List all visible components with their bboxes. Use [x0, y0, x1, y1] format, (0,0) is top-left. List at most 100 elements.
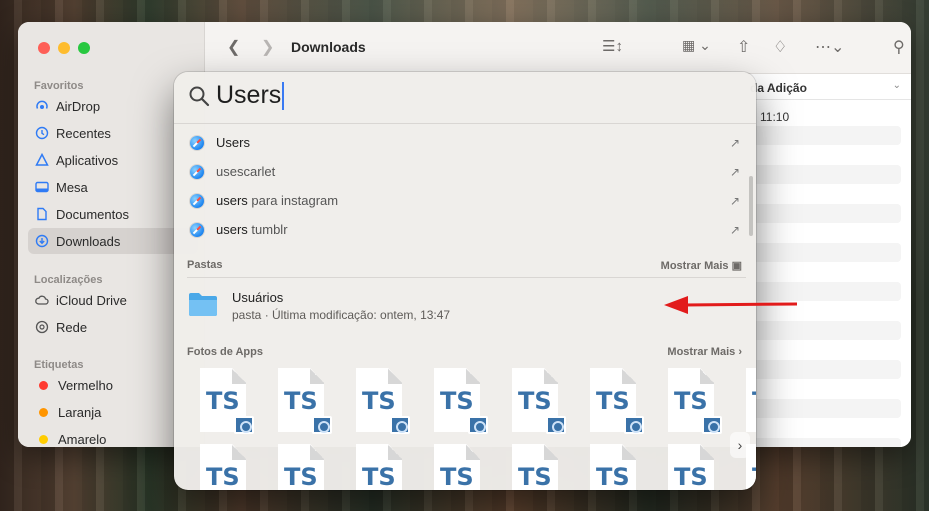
ts-file-thumbnail[interactable]: TS — [352, 368, 412, 438]
date-added-column-header[interactable]: da Adição — [750, 81, 807, 95]
suggestion-text: usescarlet — [216, 164, 276, 179]
ts-file-thumbnail[interactable]: TS — [664, 368, 724, 438]
zoom-window-button[interactable] — [78, 42, 90, 54]
orange-tag-icon — [39, 407, 48, 417]
ts-file-thumbnail[interactable]: TS — [430, 368, 490, 438]
search-icon[interactable]: ⚲ — [893, 37, 905, 57]
file-fold — [388, 444, 402, 460]
file-fold — [466, 444, 480, 460]
suggestion-users-para-instagram[interactable]: users para instagram ↗ — [174, 186, 749, 215]
ts-file-thumbnail[interactable]: TS — [352, 444, 412, 490]
ts-file-thumbnail[interactable]: TS — [196, 444, 256, 490]
tag-icon[interactable]: ♢ — [773, 37, 787, 57]
file-type-label: TS — [518, 463, 552, 490]
file-fold — [544, 368, 558, 384]
file-type-label: TS — [674, 387, 708, 415]
file-type-label: TS — [752, 387, 756, 415]
folder-meta: pasta · Última modificação: ontem, 13:47 — [232, 308, 451, 322]
sidebar-item-label: AirDrop — [56, 98, 101, 114]
chevron-down-icon[interactable]: ⌄ — [893, 80, 901, 91]
ts-file-thumbnail[interactable]: TS — [586, 444, 646, 490]
file-type-label: TS — [362, 463, 396, 490]
safari-icon — [190, 193, 204, 208]
ts-file-thumbnail[interactable]: TS — [742, 368, 756, 438]
ts-file-thumbnail[interactable]: TS — [274, 444, 334, 490]
spotlight-panel: Users Users ↗ usescarlet ↗ users para in… — [174, 72, 756, 490]
file-type-label: TS — [206, 387, 240, 415]
folder-icon — [189, 293, 217, 316]
folder-result-usuarios[interactable]: Usuários pasta · Última modificação: ont… — [174, 282, 749, 326]
sidebar-item-documentos[interactable]: Documentos — [28, 201, 198, 227]
file-type-label: TS — [206, 463, 240, 490]
back-chevron-icon[interactable]: ❮ — [227, 37, 240, 57]
file-fold — [700, 368, 714, 384]
show-more-photos-button[interactable]: Mostrar Mais › — [667, 346, 742, 358]
suggestion-text: users para instagram — [216, 193, 339, 208]
file-type-label: TS — [596, 463, 630, 490]
sidebar-item-recentes[interactable]: Recentes — [28, 120, 198, 146]
file-type-label: TS — [284, 387, 318, 415]
open-arrow-icon: ↗ — [730, 193, 741, 208]
suggestion-text: users tumblr — [216, 222, 288, 237]
document-icon — [35, 207, 49, 221]
sidebar-item-label: Laranja — [58, 404, 102, 420]
suggestion-usescarlet[interactable]: usescarlet ↗ — [174, 157, 749, 186]
sidebar-item-rede[interactable]: Rede — [28, 314, 198, 340]
sidebar-item-downloads[interactable]: Downloads — [28, 228, 198, 254]
app-badge-icon — [624, 416, 644, 434]
ts-file-thumbnail[interactable]: TS — [430, 444, 490, 490]
sidebar-item-aplicativos[interactable]: Aplicativos — [28, 147, 198, 173]
file-type-label: TS — [440, 387, 474, 415]
ts-file-thumbnail[interactable]: TS — [664, 444, 724, 490]
file-fold — [232, 444, 246, 460]
safari-icon — [190, 222, 204, 237]
app-badge-icon — [546, 416, 566, 434]
sidebar-item-label: Downloads — [56, 233, 121, 249]
section-header-folders: Pastas — [187, 259, 223, 271]
sidebar-item-mesa[interactable]: Mesa — [28, 174, 198, 200]
share-icon[interactable]: ⇧ — [737, 37, 750, 57]
file-fold — [622, 368, 636, 384]
forward-chevron-icon[interactable]: ❯ — [261, 37, 274, 57]
text-caret — [282, 81, 285, 110]
show-more-folders-button[interactable]: Mostrar Mais ▣ — [661, 259, 742, 272]
cloud-icon — [35, 293, 49, 307]
sidebar-item-airdrop[interactable]: AirDrop — [28, 93, 198, 119]
sidebar-item-label: Documentos — [56, 206, 129, 222]
minimize-window-button[interactable] — [58, 42, 70, 54]
scrollbar[interactable] — [749, 176, 753, 236]
search-icon — [189, 86, 210, 107]
ts-file-thumbnail[interactable]: TS — [196, 368, 256, 438]
ts-file-thumbnail[interactable]: TS — [508, 444, 568, 490]
ts-file-thumbnail[interactable]: TS — [508, 368, 568, 438]
search-query-text: Users — [216, 81, 282, 109]
suggestion-text: Users — [216, 135, 250, 150]
sidebar-item-label: Recentes — [56, 125, 111, 141]
ts-file-thumbnail[interactable]: TS — [586, 368, 646, 438]
close-window-button[interactable] — [38, 42, 50, 54]
sidebar-item-label: Amarelo — [58, 431, 107, 447]
spotlight-search-input[interactable]: Users — [216, 81, 285, 110]
file-fold — [310, 368, 324, 384]
suggestion-users-tumblr[interactable]: users tumblr ↗ — [174, 215, 749, 244]
more-actions-icon[interactable]: ⋯⌄ — [815, 37, 844, 57]
section-header-app-photos: Fotos de Apps — [187, 346, 263, 358]
group-view-icon[interactable]: ▦ ⌄ — [682, 37, 711, 54]
yellow-tag-icon — [39, 434, 48, 444]
list-view-icon[interactable]: ☰↕ — [602, 37, 623, 55]
suggestion-users[interactable]: Users ↗ — [174, 128, 749, 157]
scroll-right-button[interactable]: › — [730, 432, 750, 458]
file-fold — [544, 444, 558, 460]
sidebar-item-tag-vermelho[interactable]: Vermelho — [28, 372, 198, 398]
sidebar-item-tag-laranja[interactable]: Laranja — [28, 399, 198, 425]
file-fold — [622, 444, 636, 460]
sidebar-item-icloud-drive[interactable]: iCloud Drive — [28, 287, 198, 313]
expand-icon: ▣ — [731, 260, 742, 272]
desktop-icon — [35, 180, 49, 194]
spotlight-search-bar[interactable]: Users — [174, 72, 756, 124]
ts-file-thumbnail[interactable]: TS — [274, 368, 334, 438]
sidebar-item-tag-amarelo[interactable]: Amarelo — [28, 426, 198, 447]
sidebar-section-favorites: Favoritos — [34, 80, 84, 92]
sidebar-item-label: Vermelho — [58, 377, 113, 393]
window-controls — [38, 42, 90, 54]
